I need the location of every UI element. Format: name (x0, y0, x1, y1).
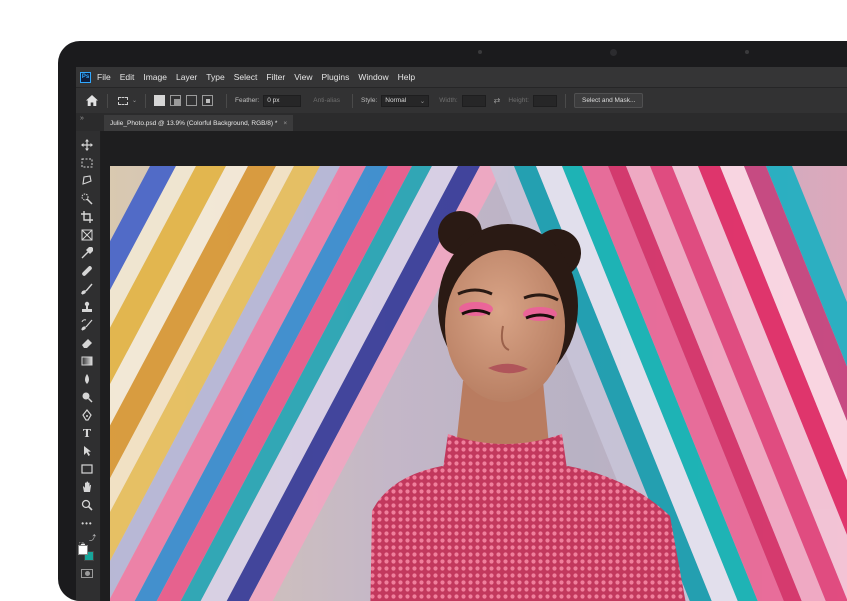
default-colors-icon[interactable] (78, 535, 86, 549)
marquee-icon[interactable] (81, 157, 93, 169)
home-icon[interactable] (85, 94, 99, 108)
laptop-frame: Ps File Edit Image Layer Type Select Fil… (58, 41, 847, 601)
document-tab-strip: » Julie_Photo.psd @ 13.9% (Colorful Back… (76, 113, 847, 131)
style-select[interactable]: Normal ⌄ (381, 94, 430, 107)
menu-bar: Ps File Edit Image Layer Type Select Fil… (76, 67, 847, 87)
divider (145, 93, 147, 108)
crop-icon[interactable] (81, 211, 93, 223)
history-brush-icon[interactable] (81, 319, 93, 331)
zoom-icon[interactable] (81, 499, 93, 511)
quick-select-icon[interactable] (81, 193, 93, 205)
menu-type[interactable]: Type (206, 72, 224, 82)
style-select-value: Normal (385, 97, 407, 104)
gradient-icon[interactable] (81, 355, 93, 367)
menu-filter[interactable]: Filter (266, 72, 285, 82)
subtract-from-selection-icon[interactable] (186, 95, 198, 106)
style-label: Style: (360, 97, 378, 104)
document-image[interactable] (110, 166, 847, 601)
menu-layer[interactable]: Layer (176, 72, 197, 82)
divider (107, 93, 108, 108)
add-to-selection-icon[interactable] (170, 95, 182, 106)
blur-icon[interactable] (81, 373, 93, 385)
lasso-icon[interactable] (81, 175, 93, 187)
camera-icon (610, 49, 617, 56)
menu-file[interactable]: File (97, 72, 111, 82)
document-tab[interactable]: Julie_Photo.psd @ 13.9% (Colorful Backgr… (104, 115, 294, 131)
menu-select[interactable]: Select (234, 72, 258, 82)
quick-mask-icon[interactable] (81, 569, 93, 578)
move-icon[interactable] (81, 139, 93, 151)
feather-label: Feather: (235, 97, 260, 104)
chevron-down-icon: ⌄ (132, 98, 138, 104)
photoshop-app-icon[interactable]: Ps (80, 71, 91, 83)
sensor-dot (478, 50, 482, 54)
dodge-icon[interactable] (81, 391, 93, 403)
swap-colors-icon[interactable]: ⤴ (89, 535, 96, 542)
height-label: Height: (508, 97, 529, 104)
eraser-icon[interactable] (81, 337, 93, 349)
menu-edit[interactable]: Edit (120, 72, 135, 82)
collapse-panels-icon[interactable]: » (80, 115, 84, 122)
options-bar: ⌄ Feather: 0 px Anti-alias Style: Normal… (76, 87, 847, 114)
stamp-icon[interactable] (81, 301, 93, 313)
sensor-dot (745, 50, 749, 54)
tool-preset-picker[interactable]: ⌄ (116, 96, 138, 105)
eyedropper-icon[interactable] (81, 247, 93, 259)
width-input[interactable] (461, 94, 486, 107)
healing-icon[interactable] (81, 265, 93, 277)
menu-help[interactable]: Help (398, 72, 415, 82)
menu-plugins[interactable]: Plugins (321, 72, 349, 82)
rectangular-marquee-icon (118, 96, 128, 105)
swap-icon[interactable]: ⇄ (494, 96, 501, 105)
hand-icon[interactable] (81, 481, 93, 493)
height-input[interactable] (532, 94, 557, 107)
close-icon[interactable]: × (283, 120, 287, 127)
divider (226, 93, 228, 108)
rectangle-icon[interactable] (81, 463, 93, 475)
intersect-selection-icon[interactable] (202, 95, 214, 106)
frame-icon[interactable] (81, 229, 93, 241)
path-select-icon[interactable] (81, 445, 93, 457)
menu-window[interactable]: Window (358, 72, 388, 82)
photoshop-window: Ps File Edit Image Layer Type Select Fil… (76, 67, 847, 601)
portrait-photo (110, 166, 847, 601)
menu-view[interactable]: View (294, 72, 312, 82)
feather-input[interactable]: 0 px (263, 94, 302, 107)
foreground-color-swatch[interactable] (78, 545, 88, 555)
document-tab-title: Julie_Photo.psd @ 13.9% (Colorful Backgr… (110, 119, 278, 127)
type-icon[interactable]: T (81, 427, 93, 440)
new-selection-icon[interactable] (154, 95, 166, 106)
select-and-mask-button[interactable]: Select and Mask... (573, 93, 644, 108)
divider (351, 93, 353, 108)
menu-image[interactable]: Image (143, 72, 167, 82)
more-icon[interactable]: ••• (81, 517, 93, 529)
tools-panel: T ••• ⤴ (76, 131, 101, 601)
brush-icon[interactable] (81, 283, 93, 295)
pen-icon[interactable] (81, 409, 93, 421)
width-label: Width: (439, 97, 458, 104)
chevron-down-icon: ⌄ (419, 97, 426, 105)
canvas-area[interactable] (101, 131, 847, 601)
bezel (58, 41, 847, 67)
antialias-checkbox[interactable]: Anti-alias (313, 97, 340, 104)
divider (564, 93, 566, 108)
